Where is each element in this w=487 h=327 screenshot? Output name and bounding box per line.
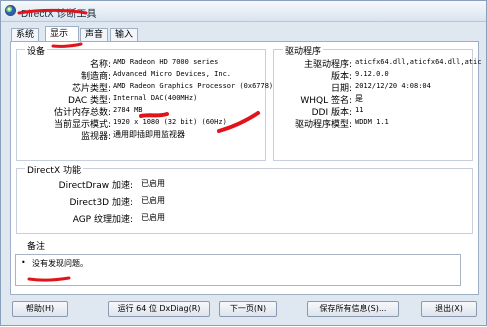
tab-sound[interactable]: 声音 [80,28,108,41]
manufacturer-value: Advanced Micro Devices, Inc. [113,70,232,78]
help-button[interactable]: 帮助(H) [12,301,68,317]
dac-type-value: Internal DAC(400MHz) [113,94,198,102]
tab-display[interactable]: 显示 [45,26,79,41]
directx-features-heading: DirectX 功能 [25,163,83,176]
device-heading: 设备 [25,44,48,57]
driver-date-value: 2012/12/20 4:08:04 [355,82,431,90]
monitor-value: 通用即插即用监视器 [113,130,185,139]
title-bar[interactable]: DirectX 诊断工具 [1,1,486,22]
chip-type-value: AMD Radeon Graphics Processor (0x6778) [113,82,274,90]
bullet-icon: • [21,258,26,267]
direct3d-value: 已启用 [141,196,165,205]
memory-value: 2784 MB [113,106,143,114]
main-driver-value: aticfx64.dll,aticfx64.dll,atic [355,58,482,66]
dxdiag-window: DirectX 诊断工具 系统 显示 声音 输入 设备 名称: AMD Rade… [0,0,487,326]
driver-heading: 驱动程序 [283,44,324,57]
device-name-value: AMD Radeon HD 7000 series [113,58,219,66]
agp-label: AGP 纹理加速: [72,215,133,225]
next-page-button[interactable]: 下一页(N) [219,301,277,317]
driver-version-value: 9.12.0.0 [355,70,389,78]
window-title: DirectX 诊断工具 [21,9,97,20]
exit-button[interactable]: 退出(X) [421,301,477,317]
directdraw-label: DirectDraw 加速: [58,181,133,191]
directx-icon [5,5,16,16]
display-mode-value: 1920 x 1080 (32 bit) (60Hz) [113,118,227,126]
ddi-value: 11 [355,106,364,114]
save-all-info-button[interactable]: 保存所有信息(S)... [307,301,399,317]
notes-heading: 备注 [25,239,48,252]
tab-input[interactable]: 输入 [110,28,138,41]
tab-system[interactable]: 系统 [11,28,39,41]
direct3d-label: Direct3D 加速: [69,198,134,208]
run-64bit-dxdiag-button[interactable]: 运行 64 位 DxDiag(R) [108,301,210,317]
directdraw-value: 已启用 [141,179,165,188]
notes-item: 没有发现问题。 [32,259,88,268]
whql-value: 是 [355,94,363,103]
driver-model-value: WDDM 1.1 [355,118,389,126]
driver-model-label: 驱动程序模型: [294,120,352,130]
notes-box[interactable]: • 没有发现问题。 [15,254,461,286]
monitor-label: 监视器: [80,132,111,142]
agp-value: 已启用 [141,213,165,222]
